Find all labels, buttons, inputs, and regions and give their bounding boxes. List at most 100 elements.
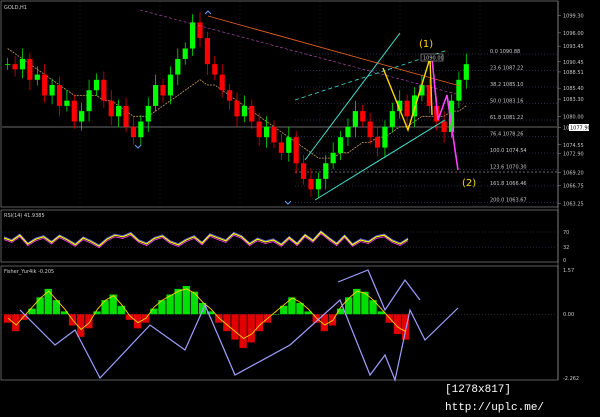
fib-level-label: 50.0 1083.16 bbox=[490, 99, 523, 105]
candle-body bbox=[367, 121, 373, 138]
candle-body bbox=[337, 137, 344, 153]
trading-chart: GOLD,H1 0.0 1090.88 23.6 1087.22 38.2 1085… bbox=[0, 0, 600, 403]
candle-body bbox=[463, 64, 469, 80]
candle-body bbox=[456, 79, 462, 101]
candle-body bbox=[352, 111, 358, 127]
fib-level-label: 76.4 1078.26 bbox=[490, 132, 523, 138]
fib-level-label: 38.2 1085.10 bbox=[490, 82, 523, 88]
rsi-tick-label: 70 bbox=[563, 230, 569, 236]
candle-body bbox=[182, 48, 188, 59]
candle-body bbox=[64, 100, 70, 106]
price-tick-label: 1069.20 bbox=[563, 171, 584, 177]
fisher-bar bbox=[28, 308, 36, 315]
price-tick-label: 1066.75 bbox=[563, 183, 584, 189]
candle-body bbox=[241, 105, 247, 117]
wave-2-label: (2) bbox=[462, 178, 476, 189]
price-tick-label: 1088.51 bbox=[563, 70, 584, 76]
fisher-bar bbox=[77, 314, 85, 337]
price-tick-label: 1099.30 bbox=[563, 14, 584, 20]
price-tick-label: 1074.55 bbox=[563, 143, 584, 149]
candle-body bbox=[101, 79, 107, 101]
candle-body bbox=[123, 105, 129, 127]
candle-body bbox=[227, 90, 233, 101]
fisher-bar bbox=[44, 288, 52, 315]
fisher-bar bbox=[247, 314, 255, 343]
price-tick-label: 1085.40 bbox=[563, 86, 584, 92]
candle-body bbox=[42, 74, 48, 96]
fisher-bar bbox=[345, 297, 353, 315]
price-tick-label: 1083.30 bbox=[563, 97, 584, 103]
fisher-tick-label: 0.00 bbox=[563, 312, 574, 318]
candle-body bbox=[93, 79, 100, 91]
candle-body bbox=[197, 22, 203, 39]
rsi-tick-label: 0 bbox=[563, 258, 566, 264]
current-price: 1077.90 bbox=[570, 126, 591, 132]
price-tick-label: 1080.00 bbox=[563, 114, 584, 120]
fisher-bar bbox=[353, 288, 361, 315]
candle-body bbox=[323, 163, 329, 179]
candle-body bbox=[56, 85, 63, 106]
screenshot-footer: [1278x817] http://uplc.me/ bbox=[445, 381, 597, 414]
price-tick-label: 1072.90 bbox=[563, 151, 584, 157]
candle-body bbox=[212, 64, 218, 75]
candle-body bbox=[374, 137, 381, 148]
fib-level-label: 100.0 1074.54 bbox=[490, 148, 527, 154]
candle-body bbox=[190, 22, 196, 49]
candle-body bbox=[34, 74, 40, 80]
fib-level-label: 0.0 1090.88 bbox=[490, 49, 520, 55]
candle-body bbox=[145, 105, 151, 122]
candle-body bbox=[49, 85, 55, 96]
price-tag: 1090.00 bbox=[423, 56, 444, 62]
rsi-panel-title: RSI(14) 41.9385 bbox=[4, 213, 45, 219]
candle-body bbox=[278, 142, 284, 153]
fisher-bar bbox=[36, 297, 44, 315]
price-tick-label: 1090.45 bbox=[563, 60, 584, 66]
candle-body bbox=[19, 58, 26, 70]
fib-level-label: 161.8 1066.46 bbox=[490, 181, 527, 187]
fisher-bar bbox=[239, 314, 247, 349]
candle-body bbox=[404, 100, 410, 117]
candle-body bbox=[5, 64, 11, 65]
candle-body bbox=[160, 85, 166, 96]
candle-body bbox=[382, 126, 388, 148]
fisher-bar bbox=[328, 314, 337, 326]
candle-body bbox=[153, 85, 159, 106]
candle-body bbox=[330, 152, 336, 164]
candle-body bbox=[175, 58, 181, 75]
candle-body bbox=[27, 58, 33, 80]
candle-body bbox=[286, 137, 292, 153]
candle-body bbox=[300, 163, 307, 179]
candle-body bbox=[79, 111, 85, 122]
price-panel-title: GOLD,H1 bbox=[4, 5, 27, 11]
candle-body bbox=[441, 121, 447, 132]
rsi-tick-label: 32 bbox=[563, 245, 569, 251]
fib-level-label: 200.0 1063.67 bbox=[490, 198, 527, 204]
fisher-tick-label: 1.57 bbox=[563, 268, 574, 274]
price-tick-label: 1093.45 bbox=[563, 44, 584, 50]
candle-body bbox=[249, 105, 255, 122]
candle-body bbox=[271, 126, 277, 143]
candle-body bbox=[12, 64, 18, 70]
candle-body bbox=[86, 90, 92, 112]
candle-body bbox=[256, 121, 262, 138]
candle-body bbox=[360, 111, 366, 122]
fisher-bar bbox=[101, 300, 109, 315]
candle-body bbox=[263, 126, 270, 138]
price-tick-label: 1063.25 bbox=[563, 202, 584, 208]
candle-body bbox=[167, 74, 174, 96]
candle-body bbox=[108, 100, 114, 117]
fisher-bar bbox=[85, 314, 93, 329]
candle-body bbox=[293, 137, 299, 164]
candle-body bbox=[219, 74, 225, 91]
candle-body bbox=[71, 100, 77, 122]
candle-body bbox=[138, 121, 144, 138]
fisher-panel-title: Fisher_Yur4ik -0.205 bbox=[4, 269, 54, 275]
fisher-bar bbox=[190, 291, 199, 315]
candle-body bbox=[389, 111, 395, 127]
candle-body bbox=[308, 178, 314, 190]
fib-level-label: 23.6 1087.22 bbox=[490, 66, 523, 72]
fib-level-label: 123.6 1070.30 bbox=[490, 165, 527, 171]
fisher-bar bbox=[231, 314, 239, 340]
candle-body bbox=[130, 126, 137, 138]
wave-1-label: (1) bbox=[419, 39, 433, 50]
